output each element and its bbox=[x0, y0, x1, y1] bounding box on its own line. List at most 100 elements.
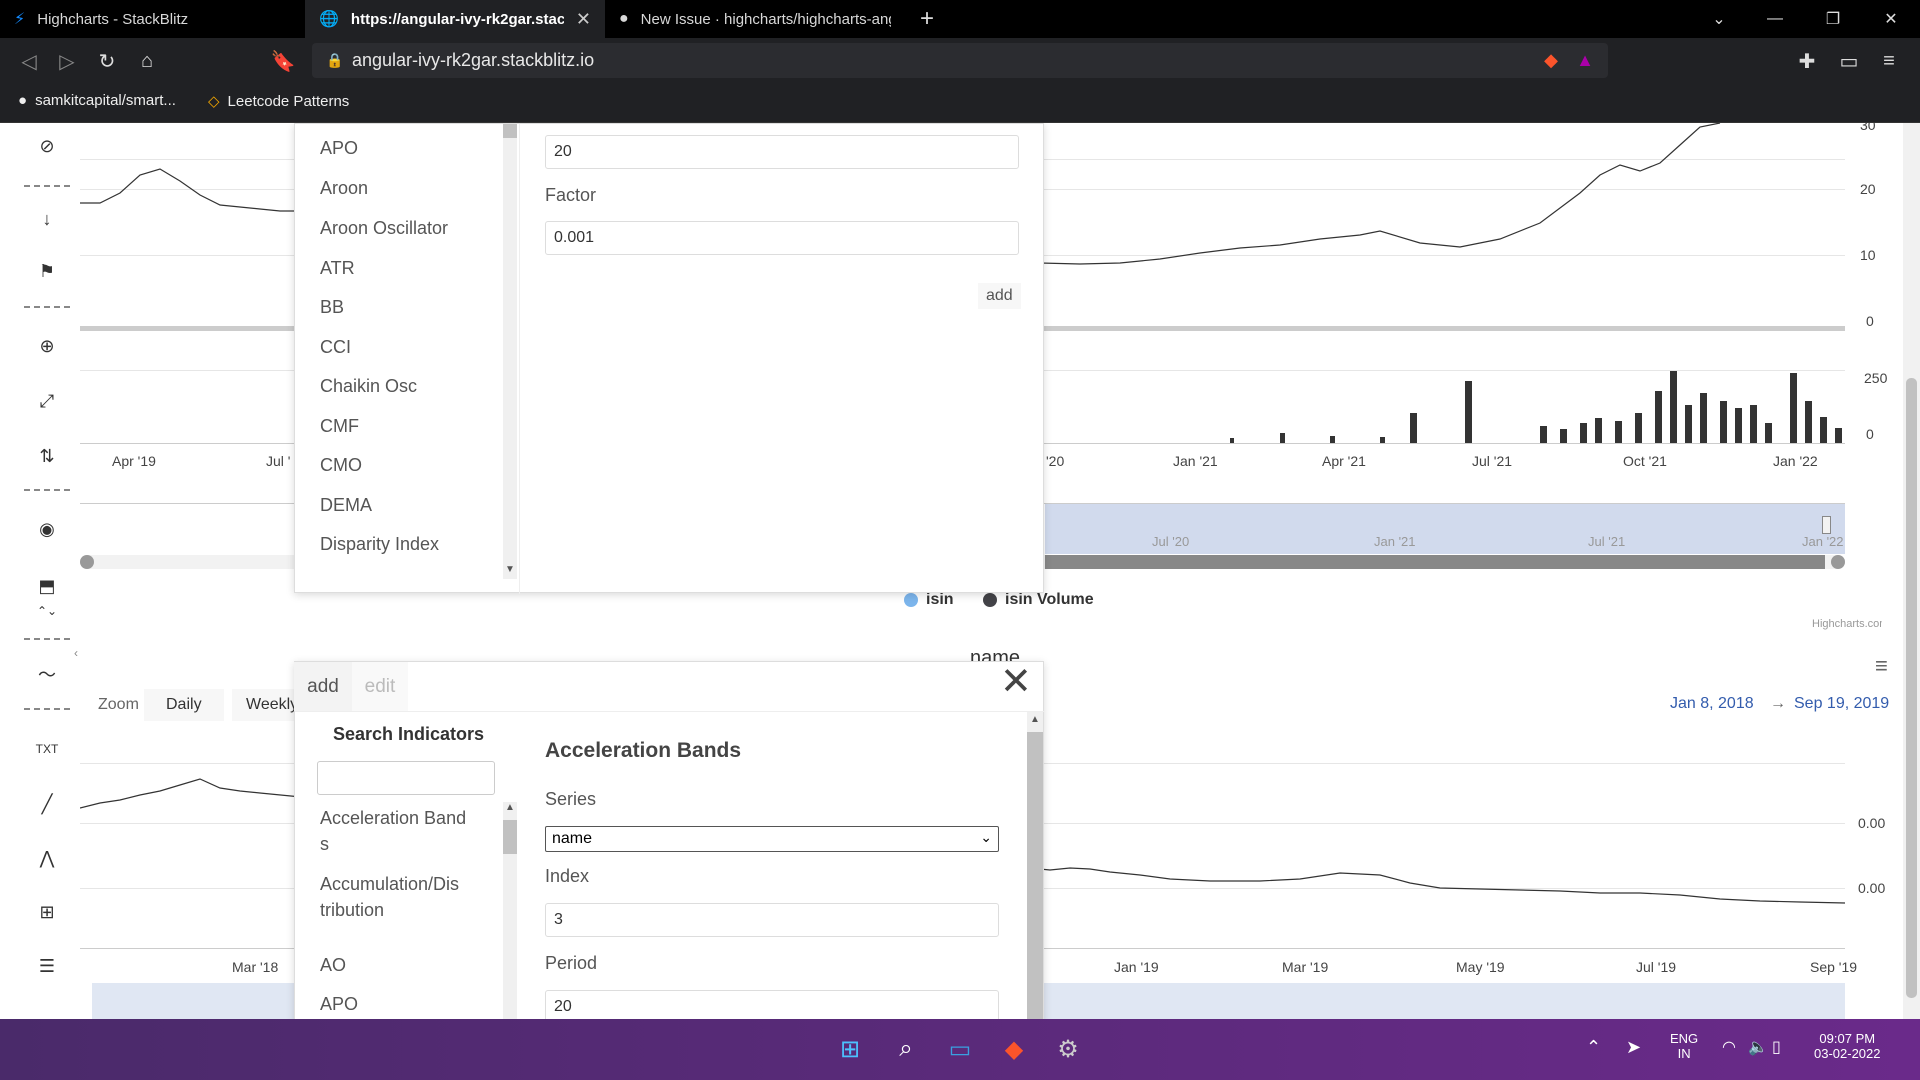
indicators-icon[interactable]: 〜 bbox=[24, 651, 70, 697]
scroll-up-arrow[interactable]: ▲ bbox=[1030, 714, 1040, 725]
settings-icon[interactable]: ⚙ bbox=[1046, 1027, 1090, 1071]
legend-item-isin[interactable]: isin bbox=[904, 591, 954, 609]
close-window-button[interactable]: ✕ bbox=[1864, 0, 1918, 38]
battery-icon[interactable]: ▯ bbox=[1772, 1037, 1781, 1057]
page-scrollbar[interactable] bbox=[1903, 123, 1920, 1019]
scroll-up-arrow[interactable]: ▲ bbox=[505, 802, 515, 813]
tab-search-icon[interactable]: ⌄ bbox=[1692, 0, 1746, 38]
factor-input[interactable]: 0.001 bbox=[545, 221, 1019, 255]
indicator-item[interactable]: ATR bbox=[320, 258, 355, 279]
home-icon[interactable]: ⌂ bbox=[132, 46, 162, 76]
location-icon[interactable]: ➤ bbox=[1626, 1037, 1641, 1058]
volume-icon[interactable]: 🔈 bbox=[1748, 1037, 1768, 1057]
x-tick: Apr '21 bbox=[1322, 453, 1366, 469]
clock[interactable]: 09:07 PM 03-02-2022 bbox=[1814, 1031, 1881, 1061]
context-menu-icon[interactable]: ≡ bbox=[1875, 653, 1888, 679]
vol-tick: 0 bbox=[1866, 426, 1874, 442]
language-indicator[interactable]: ENG IN bbox=[1670, 1031, 1698, 1061]
navigator-handle-right[interactable] bbox=[1822, 516, 1831, 534]
tab-add[interactable]: add bbox=[294, 662, 352, 711]
indicator-item[interactable]: Aroon bbox=[320, 178, 368, 199]
scrollbar-thumb[interactable] bbox=[1045, 555, 1825, 569]
wifi-icon[interactable]: ◠ bbox=[1722, 1037, 1736, 1057]
url-field[interactable]: 🔒 angular-ivy-rk2gar.stackblitz.io ◆ ▲ bbox=[312, 43, 1608, 78]
indicator-item[interactable]: Disparity Index bbox=[320, 534, 439, 555]
menu-icon[interactable]: ≡ bbox=[1874, 46, 1904, 76]
series-select[interactable]: name ⌄ bbox=[545, 826, 999, 852]
form-scrollbar[interactable]: ▲ bbox=[1027, 712, 1043, 1019]
indicator-item[interactable]: AO bbox=[320, 955, 346, 976]
toolbar-separator bbox=[24, 638, 70, 640]
tab-angular-ivy[interactable]: 🌐 https://angular-ivy-rk2gar.stackbl ✕ bbox=[305, 0, 605, 38]
start-icon[interactable]: ⊞ bbox=[828, 1027, 872, 1071]
brave-rewards-icon[interactable]: ▲ bbox=[1576, 50, 1594, 71]
new-tab-button[interactable]: + bbox=[900, 0, 954, 38]
toolbar-collapse-icon[interactable]: ‹ bbox=[74, 646, 78, 660]
search-indicators-input[interactable] bbox=[317, 761, 495, 795]
scroll-down-arrow[interactable]: ▼ bbox=[505, 564, 515, 575]
bookmark-samkitcapital[interactable]: ● samkitcapital/smart... bbox=[18, 92, 176, 109]
tab-highcharts-stackblitz[interactable]: ⚡ Highcharts - StackBlitz bbox=[0, 0, 305, 38]
bookmark-icon[interactable]: 🔖 bbox=[268, 46, 298, 76]
page-scrollbar-thumb[interactable] bbox=[1906, 378, 1917, 998]
form-scrollbar-thumb[interactable] bbox=[1027, 732, 1043, 1019]
text-annotation-icon[interactable]: TXT bbox=[24, 726, 70, 772]
tray-chevron-icon[interactable]: ⌃ bbox=[1586, 1037, 1601, 1058]
current-price-icon[interactable]: ◉ bbox=[24, 506, 70, 552]
back-icon[interactable]: ◁ bbox=[14, 46, 44, 76]
elliott-wave-icon[interactable]: ⋀ bbox=[24, 835, 70, 881]
list-scrollbar[interactable]: ▲ bbox=[503, 802, 517, 1019]
indicator-item[interactable]: DEMA bbox=[320, 495, 372, 516]
list-scrollbar-thumb[interactable] bbox=[503, 820, 517, 854]
scrollbar-left-arrow[interactable] bbox=[80, 555, 94, 569]
x-tick: Mar '18 bbox=[232, 959, 279, 975]
period-input[interactable]: 20 bbox=[545, 990, 999, 1019]
legend-item-isin-volume[interactable]: isin Volume bbox=[983, 591, 1094, 609]
wallet-icon[interactable]: ▭ bbox=[1834, 46, 1864, 76]
search-icon[interactable]: ⌕ bbox=[884, 1027, 928, 1071]
adjust-icon[interactable]: ⇅ bbox=[24, 433, 70, 479]
close-popup-icon[interactable]: ✕ bbox=[1000, 663, 1032, 701]
brave-icon[interactable]: ◆ bbox=[992, 1027, 1036, 1071]
period-input-top[interactable]: 20 bbox=[545, 135, 1019, 169]
forward-icon[interactable]: ▷ bbox=[52, 46, 82, 76]
crosshair-icon[interactable]: ⊞ bbox=[24, 889, 70, 935]
fullscreen-icon[interactable]: ⤢ bbox=[24, 378, 70, 424]
indicator-item[interactable]: BB bbox=[320, 297, 344, 318]
zoom-icon[interactable]: ⊕ bbox=[24, 323, 70, 369]
indicator-item[interactable]: Accumulation/Dis tribution bbox=[320, 871, 470, 923]
tab-edit[interactable]: edit bbox=[352, 662, 408, 711]
fibonacci-icon[interactable]: ☰ bbox=[24, 943, 70, 989]
credits-link[interactable]: Highcharts.com bbox=[1812, 618, 1882, 630]
indicator-item[interactable]: Aroon Oscillator bbox=[320, 218, 448, 239]
factor-label: Factor bbox=[545, 185, 597, 205]
indicator-item[interactable]: Acceleration Band s bbox=[320, 805, 470, 857]
list-scrollbar[interactable]: ▼ bbox=[503, 124, 517, 579]
flag-icon[interactable]: ⚑ bbox=[24, 248, 70, 294]
indicator-item[interactable]: APO bbox=[320, 138, 358, 159]
hide-icon[interactable]: ⊘ bbox=[24, 123, 70, 169]
indicator-item[interactable]: CCI bbox=[320, 337, 351, 358]
reload-icon[interactable]: ↻ bbox=[92, 46, 122, 76]
indicator-item[interactable]: APO bbox=[320, 994, 358, 1015]
close-tab-icon[interactable]: ✕ bbox=[576, 9, 591, 30]
add-button-top[interactable]: add bbox=[978, 283, 1021, 309]
bookmark-leetcode[interactable]: ◇ Leetcode Patterns bbox=[208, 92, 349, 111]
minimize-button[interactable]: — bbox=[1748, 0, 1802, 38]
indicator-item[interactable]: CMO bbox=[320, 455, 362, 476]
extensions-icon[interactable]: ✚ bbox=[1792, 46, 1822, 76]
line-icon[interactable]: ╱ bbox=[24, 781, 70, 827]
indicator-item[interactable]: CMF bbox=[320, 416, 359, 437]
brave-shield-icon[interactable]: ◆ bbox=[1544, 50, 1558, 71]
tab-new-issue[interactable]: ● New Issue · highcharts/highcharts-ang bbox=[605, 0, 905, 38]
counter-icon[interactable]: ↓ bbox=[24, 196, 70, 242]
chevron-down-icon: ⌄ bbox=[980, 829, 992, 845]
x-tick: Jan '19 bbox=[1114, 959, 1159, 975]
scrollbar-right-arrow[interactable] bbox=[1831, 555, 1845, 569]
indicator-item[interactable]: Chaikin Osc bbox=[320, 376, 417, 397]
desktop-icon[interactable]: ▭ bbox=[938, 1027, 982, 1071]
list-scrollbar-thumb[interactable] bbox=[503, 124, 517, 138]
index-input[interactable]: 3 bbox=[545, 903, 999, 937]
maximize-button[interactable]: ❐ bbox=[1806, 0, 1860, 38]
scroll-arrows-icon[interactable]: ⌃⌄ bbox=[24, 601, 70, 621]
